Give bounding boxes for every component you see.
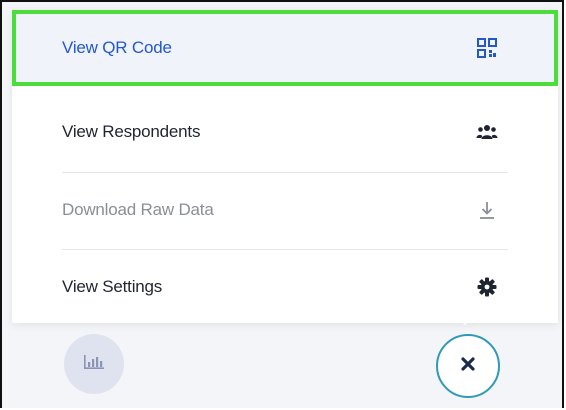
- menu-item-view-respondents[interactable]: View Respondents: [12, 94, 558, 170]
- menu-item-view-settings[interactable]: View Settings: [12, 249, 558, 325]
- gear-icon: [476, 276, 498, 298]
- app-frame: View QR Code View Respondents Download R…: [0, 0, 564, 408]
- bar-chart-icon: [83, 354, 105, 375]
- menu-item-label: View Respondents: [62, 122, 201, 141]
- menu-item-download-raw-data[interactable]: Download Raw Data: [12, 172, 558, 248]
- users-icon: [476, 121, 498, 143]
- menu-item-view-qr-code[interactable]: View QR Code: [12, 10, 558, 86]
- actions-menu: View QR Code View Respondents Download R…: [12, 10, 558, 323]
- qr-code-icon: [476, 37, 498, 59]
- download-icon: [476, 199, 498, 221]
- chart-button[interactable]: [64, 334, 124, 394]
- menu-pointer: [455, 315, 475, 325]
- menu-item-label: View Settings: [62, 277, 163, 296]
- close-icon: [460, 356, 476, 377]
- close-menu-button[interactable]: [436, 334, 500, 398]
- menu-item-label: Download Raw Data: [62, 200, 214, 219]
- menu-item-label: View QR Code: [62, 38, 172, 57]
